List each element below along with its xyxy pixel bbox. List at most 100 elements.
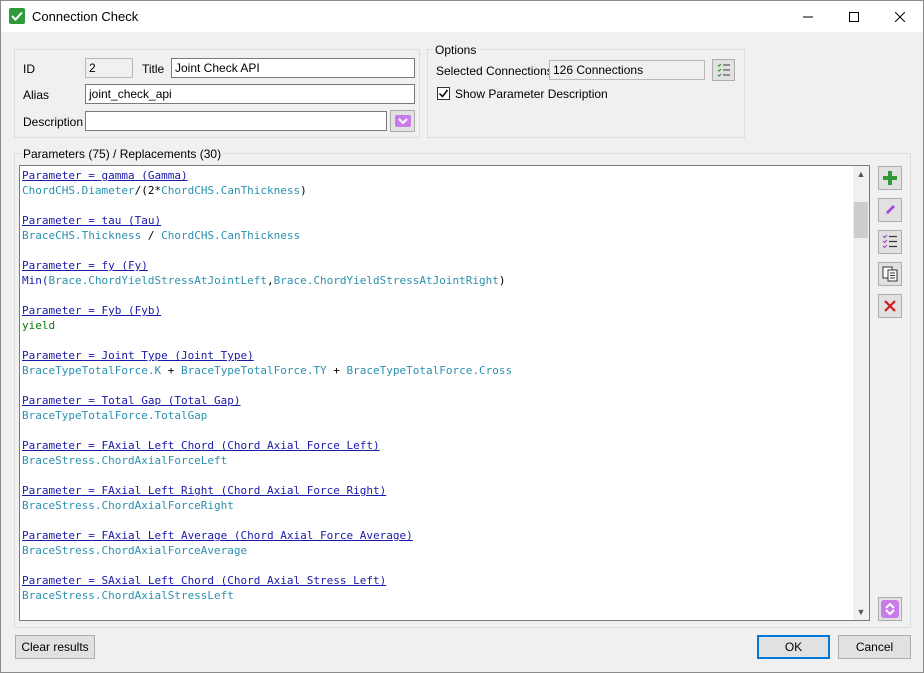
expression-token: Brace.ChordYieldStressAtJointRight [273,274,499,287]
add-button[interactable] [878,166,902,190]
title-input[interactable]: Joint Check API [171,58,415,78]
parameter-link[interactable]: Parameter = FAxial Left Right (Chord Axi… [22,484,386,497]
delete-button[interactable] [878,294,902,318]
expression-token: ) [300,184,307,197]
list-button[interactable] [878,230,902,254]
scroll-thumb[interactable] [854,202,868,238]
edit-button[interactable] [878,198,902,222]
expression-token: ChordCHS.CanThickness [161,184,301,197]
minimize-button[interactable] [785,1,831,32]
parameter-code[interactable]: Parameter = gamma (Gamma) ChordCHS.Diamet… [22,168,852,618]
scroll-down-icon[interactable]: ▼ [853,604,869,620]
expression-token: , [267,274,274,287]
editor-scrollbar[interactable]: ▲ ▼ [853,166,869,620]
parameter-link[interactable]: Parameter = Total Gap (Total Gap) [22,394,241,407]
expression-line: BraceStress.ChordAxialStressLeft [22,588,852,603]
selected-connections-label: Selected Connections [436,64,553,78]
parameter-editor[interactable]: Parameter = gamma (Gamma) ChordCHS.Diamet… [19,165,870,621]
description-input[interactable] [85,111,387,131]
cancel-button[interactable]: Cancel [838,635,911,659]
expression-token: ) [498,274,506,287]
parameter-link[interactable]: Parameter = Fyb (Fyb) [22,304,161,317]
checkmark-app-icon [9,8,25,24]
expression-line: BraceTypeTotalForce.TotalGap [22,408,852,423]
parameter-line: Parameter = Total Gap (Total Gap) [22,393,852,408]
maximize-icon [849,11,859,22]
expression-token: BraceStress.ChordAxialStressLeft [22,589,234,602]
parameter-link[interactable]: Parameter = fy (Fy) [22,259,148,272]
expression-line: BraceCHS.Thickness / ChordCHS.CanThickne… [22,228,852,243]
parameter-link[interactable]: Parameter = tau (Tau) [22,214,161,227]
expression-token: BraceCHS.Thickness [22,229,142,242]
expression-line: BraceTypeTotalForce.K + BraceTypeTotalFo… [22,363,852,378]
parameter-link[interactable]: Parameter = gamma (Gamma) [22,169,188,182]
parameter-link[interactable]: Parameter = SAxial Left Chord (Chord Axi… [22,574,386,587]
show-param-desc-checkbox[interactable] [437,87,450,100]
parameter-line: Parameter = FAxial Left Average (Chord A… [22,528,852,543]
selected-connections-field: 126 Connections [549,60,705,80]
parameter-line: Parameter = fy (Fy) [22,258,852,273]
expression-token: BraceTypeTotalForce.K [22,364,162,377]
select-connections-button[interactable] [712,59,735,81]
expression-token: + [326,364,347,377]
connection-check-window: Connection Check ID 2 Title Joint Check … [0,0,924,673]
parameter-line: Parameter = Fyb (Fyb) [22,303,852,318]
expand-collapse-icon [881,600,899,618]
pencil-icon [885,205,895,215]
expression-token: BraceTypeTotalForce.TotalGap [22,409,208,422]
parameter-line: Parameter = Joint Type (Joint Type) [22,348,852,363]
clear-results-button[interactable]: Clear results [15,635,95,659]
close-button[interactable] [877,1,923,32]
expression-token: BraceStress.ChordAxialForceLeft [22,454,228,467]
expression-token: /(2* [134,184,162,197]
copy-icon [882,266,898,282]
parameter-link[interactable]: Parameter = FAxial Left Average (Chord A… [22,529,413,542]
plus-icon [883,171,897,185]
alias-label: Alias [23,88,50,102]
description-dropdown-button[interactable] [390,110,415,132]
expand-collapse-button[interactable] [878,597,902,621]
options-legend: Options [433,43,479,57]
ok-button[interactable]: OK [757,635,830,659]
expression-line: BraceStress.ChordAxialForceLeft [22,453,852,468]
chevron-down-icon [394,115,411,127]
expression-token: BraceTypeTotalForce.TY [180,364,327,377]
checklist-icon [882,234,897,249]
parameter-link[interactable]: Parameter = Joint Type (Joint Type) [22,349,254,362]
expression-token: BraceTypeTotalForce.Cross [346,364,513,377]
expression-token: ChordCHS.Diameter [22,184,135,197]
expression-token: / [141,229,162,242]
minimize-icon [803,16,813,17]
expression-line: ChordCHS.Diameter/(2*ChordCHS.CanThickne… [22,183,852,198]
expression-token: yield [22,319,56,332]
copy-button[interactable] [878,262,902,286]
expression-line: yield [22,318,852,333]
id-field: 2 [85,58,133,78]
show-param-desc-label[interactable]: Show Parameter Description [455,87,608,101]
expression-line: BraceStress.ChordAxialForceAverage [22,543,852,558]
alias-input[interactable]: joint_check_api [85,84,415,104]
title-bar: Connection Check [1,1,923,32]
scroll-up-icon[interactable]: ▲ [853,166,869,182]
title-label: Title [142,62,165,76]
delete-icon [884,300,896,312]
parameter-line: Parameter = tau (Tau) [22,213,852,228]
id-label: ID [23,62,35,76]
checklist-icon [717,63,730,77]
maximize-button[interactable] [831,1,877,32]
expression-token: + [161,364,181,377]
check-icon [438,89,449,98]
parameter-link[interactable]: Parameter = FAxial Left Chord (Chord Axi… [22,439,380,452]
window-title: Connection Check [32,9,139,24]
parameter-line: Parameter = FAxial Left Right (Chord Axi… [22,483,852,498]
expression-token: BraceStress.ChordAxialForceAverage [22,544,248,557]
